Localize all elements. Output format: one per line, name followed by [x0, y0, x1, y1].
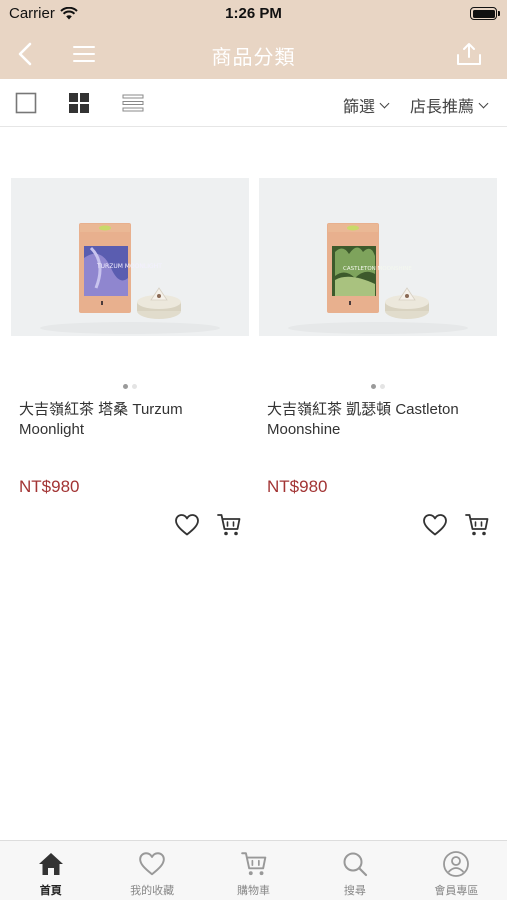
tab-cart[interactable]: 購物車	[203, 841, 304, 900]
product-photo: TURZUM MOONLIGHT	[40, 223, 220, 334]
cart-icon	[217, 514, 241, 536]
sort-dropdown[interactable]: 店長推薦	[410, 93, 489, 117]
heart-icon	[175, 514, 199, 536]
tab-label: 購物車	[237, 885, 271, 897]
pagination-dot	[132, 384, 137, 389]
pagination-dot	[380, 384, 385, 389]
single-view-icon	[15, 92, 37, 114]
product-price: NT$980	[19, 477, 80, 496]
product-card[interactable]: CASTLETON MOONSHINE 大吉嶺紅茶 凱瑟頓 Castleton …	[259, 178, 497, 536]
status-bar: Carrier 1:26 PM	[0, 0, 507, 30]
product-photo: CASTLETON MOONSHINE	[288, 223, 468, 334]
status-time: 1:26 PM	[225, 5, 282, 22]
pagination-dot	[123, 384, 128, 389]
product-actions	[173, 511, 243, 539]
chevron-down-icon	[379, 98, 390, 108]
user-icon	[442, 850, 470, 878]
image-pagination	[11, 384, 249, 389]
tab-label: 會員專區	[434, 885, 479, 897]
add-to-cart-button[interactable]	[463, 511, 491, 539]
nav-bar: 商品分類	[0, 30, 507, 79]
package-label: TURZUM MOONLIGHT	[96, 263, 162, 270]
tab-label: 首頁	[39, 885, 62, 897]
sort-label: 店長推薦	[410, 99, 475, 116]
list-view-icon	[122, 94, 144, 112]
tab-label: 我的收藏	[130, 885, 175, 897]
favorite-button[interactable]	[421, 511, 449, 539]
share-button[interactable]	[453, 38, 485, 70]
filter-dropdown[interactable]: 篩選	[343, 93, 390, 117]
page-title: 商品分類	[211, 47, 296, 69]
heart-icon	[423, 514, 447, 536]
grid-view-button[interactable]	[68, 92, 90, 114]
product-image[interactable]: TURZUM MOONLIGHT	[11, 178, 249, 336]
home-icon	[37, 850, 65, 878]
product-actions	[421, 511, 491, 539]
product-name[interactable]: 大吉嶺紅茶 凱瑟頓 Castleton Moonshine	[267, 400, 492, 440]
single-view-button[interactable]	[15, 92, 37, 114]
tab-favorites[interactable]: 我的收藏	[101, 841, 202, 900]
cart-icon	[465, 514, 489, 536]
favorite-button[interactable]	[173, 511, 201, 539]
product-image[interactable]: CASTLETON MOONSHINE	[259, 178, 497, 336]
filter-label: 篩選	[343, 99, 376, 116]
add-to-cart-button[interactable]	[215, 511, 243, 539]
share-icon	[457, 43, 481, 65]
bottom-tab-bar: 首頁 我的收藏 購物車 搜尋 會員專區	[0, 840, 507, 900]
image-pagination	[259, 384, 497, 389]
product-card[interactable]: TURZUM MOONLIGHT 大吉嶺紅茶 塔桑 Turzum Moonlig…	[11, 178, 249, 536]
product-name[interactable]: 大吉嶺紅茶 塔桑 Turzum Moonlight	[19, 400, 244, 440]
tab-home[interactable]: 首頁	[0, 841, 101, 900]
tab-label: 搜尋	[343, 885, 366, 897]
tab-search[interactable]: 搜尋	[304, 841, 405, 900]
pagination-dot	[371, 384, 376, 389]
list-view-button[interactable]	[122, 92, 144, 114]
chevron-down-icon	[478, 98, 489, 108]
heart-icon	[138, 850, 166, 878]
grid-view-icon	[69, 93, 89, 113]
search-icon	[341, 850, 369, 878]
view-toolbar: 篩選 店長推薦	[0, 79, 507, 127]
package-label: CASTLETON MOONSHINE	[343, 266, 412, 272]
product-price: NT$980	[267, 477, 328, 496]
battery-icon	[470, 7, 500, 20]
cart-icon	[240, 850, 268, 878]
tab-member[interactable]: 會員專區	[406, 841, 507, 900]
